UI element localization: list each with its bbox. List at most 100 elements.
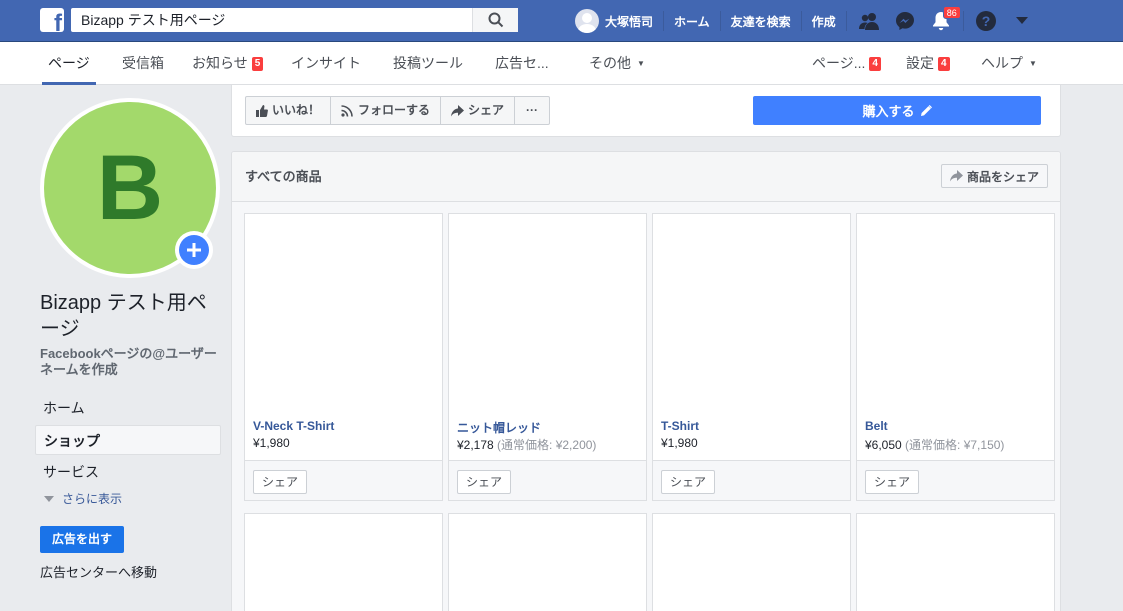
price-value: ¥1,980	[661, 436, 698, 450]
product-name[interactable]: ニット帽レッド	[457, 419, 541, 436]
product-card[interactable]: Belt ¥6,050 (通常価格: ¥7,150) シェア	[856, 213, 1055, 501]
home-link[interactable]: ホーム	[664, 0, 720, 42]
notification-badge: 5	[251, 57, 264, 71]
product-price: ¥2,178 (通常価格: ¥2,200)	[457, 436, 596, 453]
ad-center-link[interactable]: 広告センターへ移動	[40, 562, 157, 581]
price-value: ¥6,050	[865, 438, 902, 452]
profile-link[interactable]: 大塚悟司	[575, 0, 663, 42]
product-card[interactable]	[856, 513, 1055, 611]
share-product-button[interactable]: シェア	[865, 470, 920, 494]
account-menu-button[interactable]	[1004, 0, 1040, 42]
product-price: ¥1,980	[253, 436, 290, 450]
share-product-button[interactable]: シェア	[253, 470, 308, 494]
divider	[845, 11, 847, 31]
share-product-button[interactable]: シェア	[457, 470, 512, 494]
sidebar-item-shop[interactable]: ショップ	[35, 425, 221, 455]
original-price: (通常価格: ¥7,150)	[905, 438, 1005, 452]
create-username-link[interactable]: Facebookページの@ユーザーネームを作成	[40, 346, 220, 378]
share-arrow-icon	[949, 170, 963, 182]
facebook-logo-icon[interactable]: f	[40, 8, 64, 32]
products-section: すべての商品 商品をシェア V-Neck T-Shirt ¥1,980 シェア …	[231, 151, 1061, 611]
product-price: ¥6,050 (通常価格: ¥7,150)	[865, 436, 1004, 453]
section-title: すべての商品	[245, 169, 322, 184]
help-button[interactable]: ?	[968, 0, 1004, 42]
sidebar-item-services[interactable]: サービス	[35, 457, 221, 487]
help-icon: ?	[975, 11, 996, 31]
tab-help[interactable]: ヘルプ ▼	[981, 42, 1037, 85]
divider	[962, 11, 964, 31]
tab-label: お知らせ	[192, 55, 248, 71]
product-card[interactable]: T-Shirt ¥1,980 シェア	[652, 213, 851, 501]
buy-button[interactable]: 購入する	[753, 96, 1041, 125]
tab-settings[interactable]: 設定 4	[906, 42, 950, 85]
tab-label: ページ...	[812, 55, 866, 71]
chevron-down-icon	[1015, 17, 1028, 24]
product-card[interactable]: ニット帽レッド ¥2,178 (通常価格: ¥2,200) シェア	[448, 213, 647, 501]
top-navigation-bar: f 大塚悟司 ホーム 友達を検索 作成 86 ?	[0, 0, 1123, 42]
tab-label: 受信箱	[122, 55, 164, 71]
friend-requests-button[interactable]	[851, 0, 887, 42]
product-card[interactable]: V-Neck T-Shirt ¥1,980 シェア	[244, 213, 443, 501]
add-photo-button[interactable]	[175, 231, 213, 269]
create-ad-button[interactable]: 広告を出す	[40, 526, 124, 553]
page-actions-group: いいね！ フォローする シェア ···	[245, 96, 551, 125]
product-card-footer: シェア	[857, 460, 1054, 500]
create-link[interactable]: 作成	[802, 0, 846, 42]
friends-icon	[858, 13, 879, 30]
messenger-button[interactable]	[887, 0, 923, 42]
find-friends-link[interactable]: 友達を検索	[721, 0, 801, 42]
thumbs-up-icon	[256, 104, 268, 117]
show-more-link[interactable]: さらに表示	[44, 490, 122, 507]
tab-page[interactable]: ページ	[42, 42, 96, 85]
tab-inbox[interactable]: 受信箱	[122, 42, 164, 85]
follow-button[interactable]: フォローする	[331, 97, 442, 124]
product-name[interactable]: T-Shirt	[661, 419, 699, 433]
sidebar-item-home[interactable]: ホーム	[35, 393, 221, 423]
tab-label: 設定	[906, 55, 934, 71]
product-name[interactable]: Belt	[865, 419, 888, 433]
follow-label: フォローする	[358, 103, 431, 117]
like-button[interactable]: いいね！	[246, 97, 332, 124]
tab-label: 広告セ...	[495, 55, 549, 71]
search-input[interactable]	[71, 8, 472, 32]
share-products-label: 商品をシェア	[966, 169, 1039, 184]
tab-publishing-tools[interactable]: 投稿ツール	[393, 42, 463, 85]
share-products-button[interactable]: 商品をシェア	[940, 164, 1048, 188]
avatar	[575, 9, 599, 33]
original-price: (通常価格: ¥2,200)	[497, 438, 597, 452]
notifications-button[interactable]: 86	[923, 0, 961, 42]
share-product-button[interactable]: シェア	[661, 470, 716, 494]
tab-notifications[interactable]: お知らせ 5	[192, 42, 264, 85]
search-icon	[488, 12, 503, 28]
ellipsis-icon: ···	[526, 103, 539, 117]
search-button[interactable]	[472, 8, 518, 32]
avatar-letter: B	[96, 136, 164, 239]
plus-icon	[179, 235, 209, 265]
price-value: ¥2,178	[457, 438, 494, 452]
user-name: 大塚悟司	[605, 14, 654, 29]
top-nav-links: 大塚悟司 ホーム 友達を検索 作成 86 ?	[575, 0, 1040, 42]
notification-badge: 4	[869, 57, 881, 71]
pencil-icon	[920, 104, 932, 116]
share-page-button[interactable]: シェア	[441, 97, 516, 124]
product-card-footer: シェア	[245, 460, 442, 500]
tab-label: その他	[589, 55, 631, 71]
more-options-button[interactable]: ···	[515, 97, 549, 124]
tab-more[interactable]: その他 ▼	[589, 42, 645, 85]
product-card[interactable]	[448, 513, 647, 611]
product-name[interactable]: V-Neck T-Shirt	[253, 419, 334, 433]
product-card-footer: シェア	[449, 460, 646, 500]
caret-down-icon: ▼	[637, 59, 645, 68]
product-card[interactable]	[244, 513, 443, 611]
svg-text:?: ?	[981, 13, 990, 29]
share-arrow-icon	[451, 104, 465, 116]
tab-pages[interactable]: ページ... 4	[812, 42, 881, 85]
caret-down-icon: ▼	[1029, 59, 1037, 68]
tab-ad-center[interactable]: 広告セ...	[495, 42, 549, 85]
triangle-down-icon	[44, 496, 54, 502]
product-card-footer: シェア	[653, 460, 850, 500]
share-label: シェア	[468, 103, 505, 117]
buy-label: 購入する	[862, 104, 915, 119]
tab-insights[interactable]: インサイト	[291, 42, 361, 85]
product-card[interactable]	[652, 513, 851, 611]
